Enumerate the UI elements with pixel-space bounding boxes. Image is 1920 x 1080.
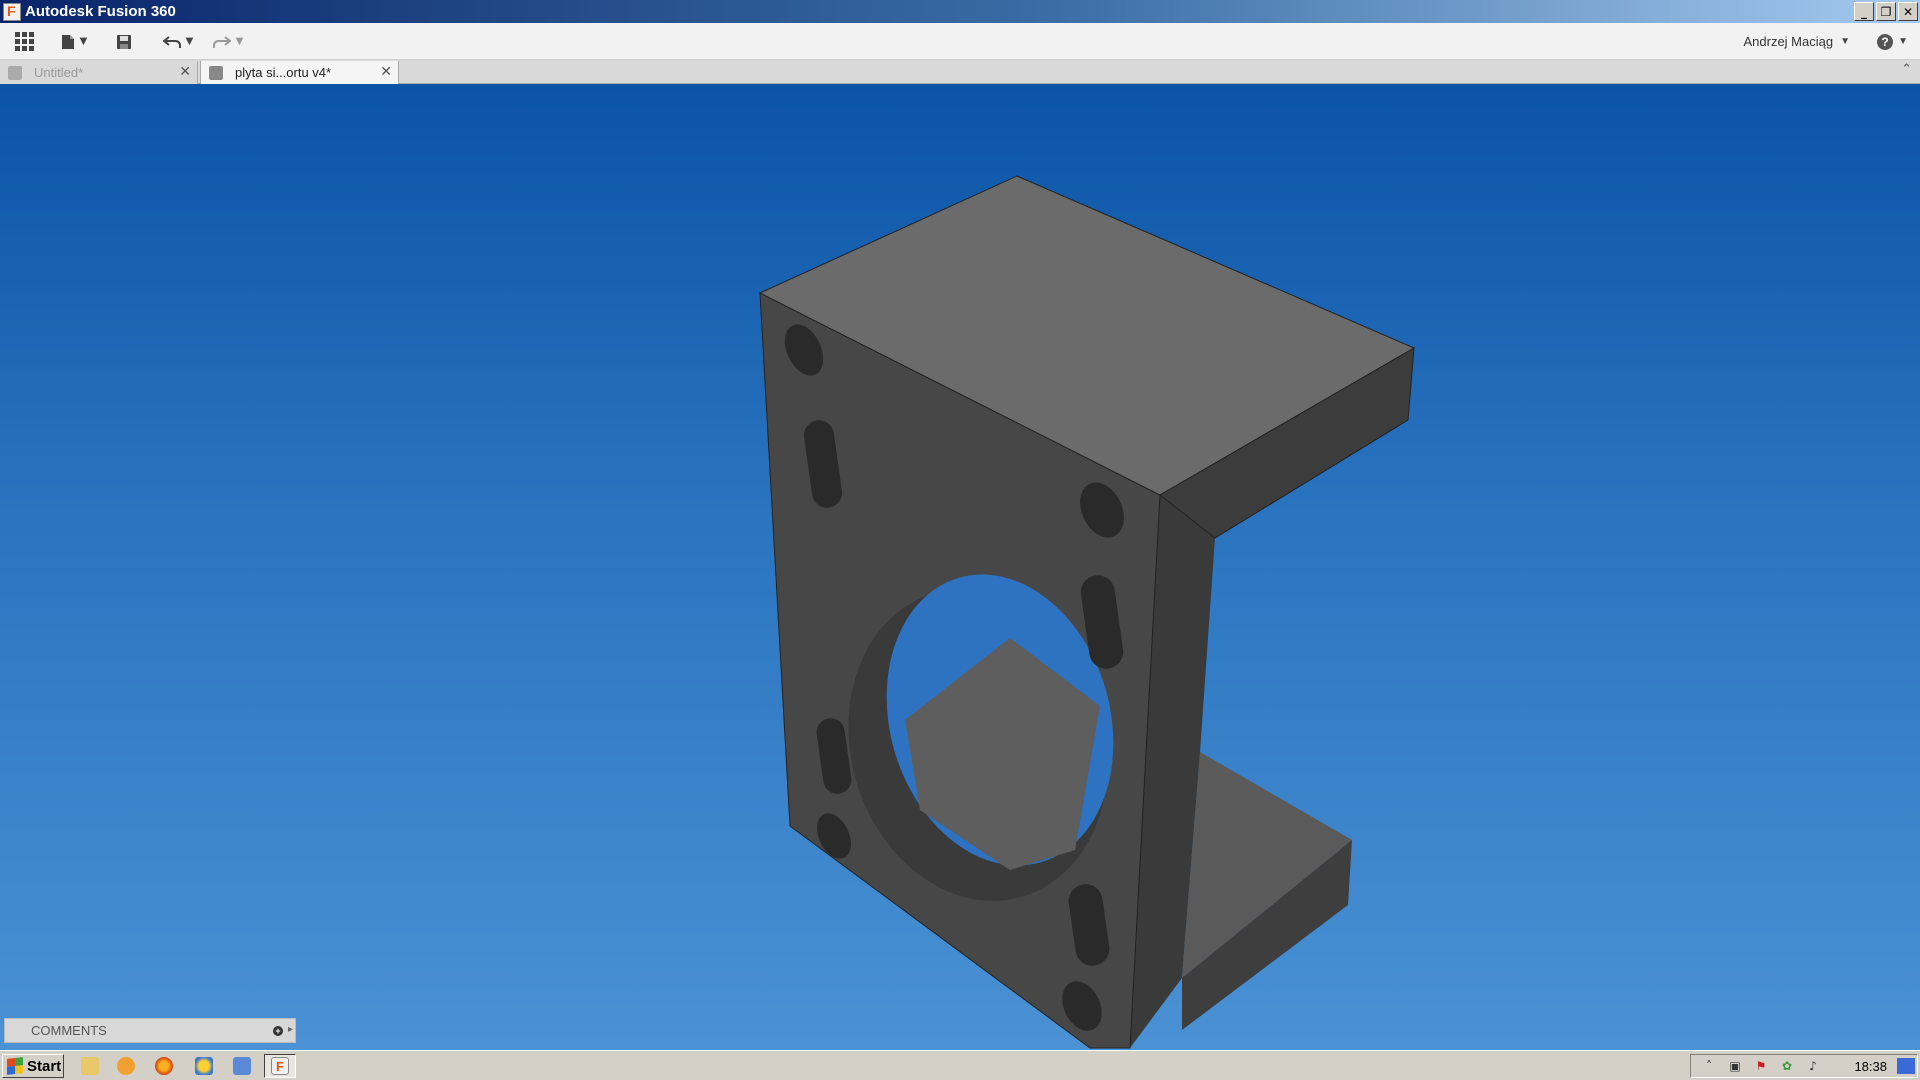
user-menu[interactable]: Andrzej Maciąg ▼ <box>1743 23 1850 60</box>
document-tab-bar: Untitled* ✕ plyta si...ortu v4* ✕ ⌃ <box>0 60 1920 84</box>
canvas-viewport[interactable] <box>0 84 1920 1050</box>
design-icon <box>8 65 22 80</box>
bracket-model[interactable] <box>0 84 1920 1050</box>
comments-label: COMMENTS <box>31 1023 107 1038</box>
security-alert-icon[interactable]: ⚑ <box>1753 1058 1769 1074</box>
save-button[interactable] <box>112 23 136 60</box>
firefox-icon <box>155 1057 173 1075</box>
taskbar-fusion-app[interactable]: F <box>264 1054 296 1078</box>
clock[interactable]: 18:38 <box>1854 1059 1887 1074</box>
undo-icon <box>162 35 181 48</box>
fusion-app-icon[interactable] <box>3 2 21 21</box>
quick-launch-explorer[interactable] <box>74 1054 106 1078</box>
weather-icon <box>195 1057 213 1075</box>
undo-button[interactable]: ▼ <box>158 23 198 60</box>
file-icon <box>61 34 74 49</box>
design-icon <box>209 65 223 80</box>
window-title: Autodesk Fusion 360 <box>25 3 176 20</box>
quick-launch-media[interactable] <box>110 1054 142 1078</box>
explorer-icon <box>81 1057 99 1075</box>
add-comment-icon[interactable]: + <box>273 1026 283 1036</box>
fusion-icon: F <box>271 1057 289 1075</box>
quick-access-toolbar: ▼ ▼ ▼ Andrzej Maciąg ▼ ? ▼ <box>0 23 1920 60</box>
chevron-up-icon[interactable]: ⌃ <box>1901 62 1912 77</box>
chevron-down-icon: ▼ <box>1898 36 1908 47</box>
grid-icon <box>14 32 34 51</box>
tab-plyta[interactable]: plyta si...ortu v4* ✕ <box>200 61 399 84</box>
start-label: Start <box>27 1057 62 1075</box>
close-icon[interactable]: ✕ <box>179 64 191 80</box>
window-controls: _ ❐ ✕ <box>1854 2 1918 21</box>
comments-panel[interactable]: COMMENTS + ▸ <box>4 1018 296 1043</box>
save-icon <box>117 34 131 49</box>
chevron-down-icon: ▼ <box>235 36 244 47</box>
start-button[interactable]: Start <box>2 1054 64 1078</box>
maximize-button[interactable]: ❐ <box>1876 2 1896 21</box>
taskbar: Start F ˄ ▣ ⚑ ✿ ♪ 18:38 <box>0 1050 1920 1080</box>
chevron-right-icon[interactable]: ▸ <box>288 1024 293 1035</box>
redo-button[interactable]: ▼ <box>208 23 248 60</box>
quick-launch-firefox[interactable] <box>148 1054 180 1078</box>
show-hidden-icons-icon[interactable]: ˄ <box>1701 1058 1717 1074</box>
windows-logo-icon <box>7 1057 23 1075</box>
help-icon: ? <box>1877 33 1894 50</box>
minimize-button[interactable]: _ <box>1854 2 1874 21</box>
quick-launch-weather[interactable] <box>188 1054 220 1078</box>
chevron-down-icon: ▼ <box>1840 36 1850 47</box>
redo-icon <box>212 35 231 48</box>
volume-icon[interactable]: ♪ <box>1805 1058 1821 1074</box>
user-name: Andrzej Maciąg <box>1743 34 1834 49</box>
title-bar: Autodesk Fusion 360 _ ❐ ✕ <box>0 0 1920 23</box>
tab-label: Untitled* <box>34 65 84 80</box>
close-icon[interactable]: ✕ <box>380 64 392 80</box>
chevron-down-icon: ▼ <box>79 36 88 47</box>
desktop-icon <box>233 1057 251 1075</box>
quick-launch-desktop[interactable] <box>226 1054 258 1078</box>
file-menu-button[interactable]: ▼ <box>56 23 92 60</box>
network-icon[interactable]: ▣ <box>1727 1058 1743 1074</box>
tab-untitled[interactable]: Untitled* ✕ <box>0 61 198 84</box>
help-menu[interactable]: ? ▼ <box>1877 23 1908 60</box>
close-button[interactable]: ✕ <box>1898 2 1918 21</box>
media-player-icon <box>117 1057 135 1075</box>
data-panel-button[interactable] <box>12 23 36 60</box>
chevron-down-icon: ▼ <box>185 36 194 47</box>
system-tray: ˄ ▣ ⚑ ✿ ♪ 18:38 <box>1690 1054 1918 1078</box>
tab-label: plyta si...ortu v4* <box>235 65 332 80</box>
antivirus-icon[interactable]: ✿ <box>1779 1058 1795 1074</box>
show-desktop-icon[interactable] <box>1897 1058 1915 1074</box>
